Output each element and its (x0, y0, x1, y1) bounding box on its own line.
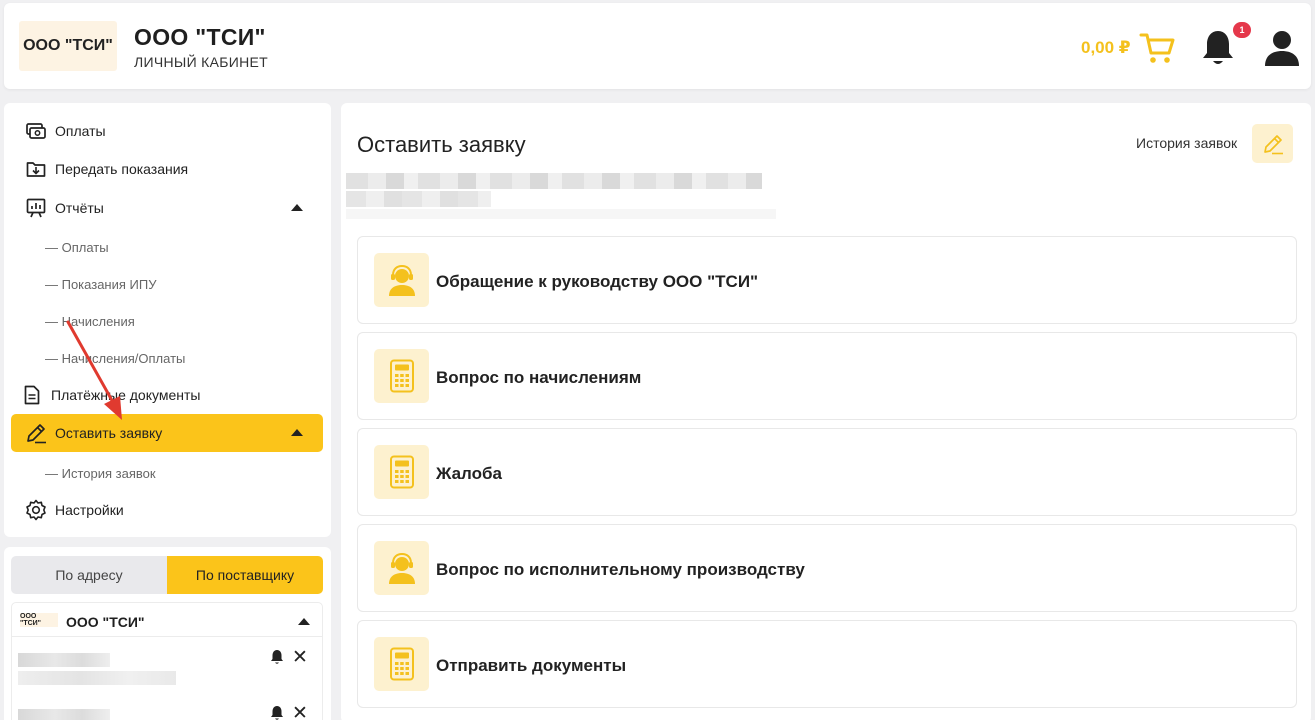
collapse-caret-icon[interactable] (291, 204, 303, 211)
provider-name: ООО "ТСИ" (66, 614, 145, 630)
company-logo[interactable]: ООО "ТСИ" (19, 21, 117, 71)
collapse-caret-icon[interactable] (291, 429, 303, 436)
close-icon[interactable]: ✕ (292, 702, 308, 720)
request-card-accruals[interactable]: Вопрос по начислениям (357, 332, 1297, 420)
close-icon[interactable]: ✕ (292, 646, 308, 669)
tab-by-provider[interactable]: По поставщику (167, 556, 323, 594)
bell-icon[interactable] (1200, 27, 1236, 67)
calculator-icon (374, 445, 429, 499)
balance-amount[interactable]: 0,00 ₽ (1081, 38, 1131, 58)
document-icon (21, 384, 43, 406)
request-card-enforcement[interactable]: Вопрос по исполнительному производству (357, 524, 1297, 612)
sidebar-subitem-accruals-payments[interactable]: — Начисления/Оплаты (45, 351, 185, 366)
user-icon[interactable] (1263, 29, 1301, 67)
redacted-note (346, 209, 776, 219)
request-card-send-documents[interactable]: Отправить документы (357, 620, 1297, 708)
sidebar-item-settings[interactable]: Настройки (11, 491, 323, 529)
sidebar-item-payments[interactable]: Оплаты (11, 112, 323, 150)
request-label: Вопрос по исполнительному производству (436, 560, 805, 579)
account-row[interactable]: ✕ (12, 693, 322, 720)
sidebar-item-label: Платёжные документы (51, 387, 201, 403)
redacted-account-number (18, 709, 110, 720)
provider-header[interactable]: ООО "ТСИ" ООО "ТСИ" (12, 603, 322, 637)
provider-accordion: ООО "ТСИ" ООО "ТСИ" ✕ ✕ (11, 602, 323, 720)
calculator-icon (374, 349, 429, 403)
sidebar-subitem-accruals[interactable]: — Начисления (45, 314, 135, 329)
sidebar-menu: Оплаты Передать показания Отчёты — Оплат… (4, 103, 331, 537)
sidebar-item-leave-request[interactable]: Оставить заявку (11, 414, 323, 452)
bell-icon[interactable] (270, 705, 284, 720)
sidebar-item-label: Оставить заявку (55, 425, 163, 441)
sidebar-item-label: Настройки (55, 502, 124, 518)
company-title: ООО "ТСИ" (134, 24, 266, 50)
support-agent-icon (374, 253, 429, 307)
sidebar-item-reports[interactable]: Отчёты (11, 189, 323, 227)
sidebar-subitem-payments[interactable]: — Оплаты (45, 240, 109, 255)
request-label: Вопрос по начислениям (436, 368, 642, 387)
redacted-account-address (18, 671, 176, 685)
sidebar-item-label: Отчёты (55, 200, 104, 216)
gear-icon (25, 499, 47, 521)
cart-icon[interactable] (1139, 29, 1175, 65)
notification-badge: 1 (1233, 22, 1251, 38)
sidebar-item-label: Передать показания (55, 161, 189, 177)
account-row[interactable]: ✕ (12, 637, 322, 687)
request-label: Жалоба (436, 464, 502, 483)
sidebar-item-payment-documents[interactable]: Платёжные документы (11, 376, 323, 414)
top-header: ООО "ТСИ" ООО "ТСИ" ЛИЧНЫЙ КАБИНЕТ 0,00 … (4, 3, 1311, 89)
main-content: Оставить заявку История заявок Обращение… (341, 103, 1311, 720)
bell-icon[interactable] (270, 649, 284, 665)
pencil-icon (1263, 134, 1283, 154)
request-label: Отправить документы (436, 656, 627, 675)
request-card-management[interactable]: Обращение к руководству ООО "ТСИ" (357, 236, 1297, 324)
redacted-account-number (18, 653, 110, 667)
request-card-complaint[interactable]: Жалоба (357, 428, 1297, 516)
report-icon (25, 197, 47, 219)
request-history-button[interactable] (1252, 124, 1293, 163)
tab-by-address[interactable]: По адресу (11, 556, 167, 594)
collapse-caret-icon[interactable] (298, 618, 310, 625)
request-history-link[interactable]: История заявок (1136, 135, 1237, 151)
request-label: Обращение к руководству ООО "ТСИ" (436, 272, 759, 291)
payment-icon (25, 120, 47, 142)
calculator-icon (374, 637, 429, 691)
sidebar-item-submit-readings[interactable]: Передать показания (11, 150, 323, 188)
sidebar-item-label: Оплаты (55, 123, 106, 139)
support-agent-icon (374, 541, 429, 595)
page-title: Оставить заявку (357, 132, 526, 157)
redacted-account (346, 191, 491, 207)
sidebar-subitem-meter-readings[interactable]: — Показания ИПУ (45, 277, 156, 292)
provider-logo: ООО "ТСИ" (20, 613, 58, 627)
pencil-icon (25, 422, 47, 444)
redacted-address (346, 173, 762, 189)
sidebar-subitem-request-history[interactable]: — История заявок (45, 466, 156, 481)
download-folder-icon (25, 158, 47, 180)
view-toggle: По адресу По поставщику (11, 556, 323, 594)
cabinet-subtitle: ЛИЧНЫЙ КАБИНЕТ (134, 54, 268, 70)
